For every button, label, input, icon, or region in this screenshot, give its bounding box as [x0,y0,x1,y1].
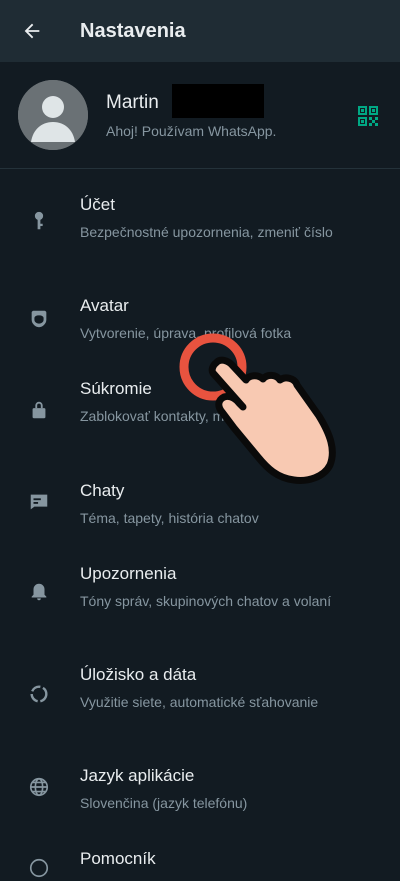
setting-label: Úložisko a dáta [80,665,197,684]
chat-icon [26,489,52,515]
setting-label: Chaty [80,481,125,500]
setting-label: Upozornenia [80,564,177,583]
setting-notifications[interactable]: Upozornenia Tóny správ, skupinových chat… [0,564,400,639]
profile-row[interactable]: Martin Ahoj! Používam WhatsApp. [0,62,400,168]
setting-label: Avatar [80,296,129,315]
setting-description: Vytvorenie, úprava, profilová fotka [80,325,292,341]
page-title: Nastavenia [80,20,186,42]
setting-description: Využitie siete, automatické sťahovanie [80,694,319,710]
setting-storage[interactable]: Úložisko a dáta Využitie siete, automati… [0,665,400,740]
setting-privacy[interactable]: Súkromie Zablokovať kontakty, miznúce sp… [0,379,400,454]
profile-name: Martin [106,92,159,113]
globe-icon [26,774,52,800]
back-button[interactable] [18,17,46,45]
app-bar: Nastavenia [0,0,400,62]
lock-icon [26,397,52,423]
setting-language[interactable]: Jazyk aplikácie Slovenčina (jazyk telefó… [0,766,400,816]
setting-label: Pomocník [80,849,156,868]
setting-description: Téma, tapety, história chatov [80,510,259,526]
setting-chats[interactable]: Chaty Téma, tapety, história chatov [0,481,400,531]
avatar-icon [26,306,52,332]
setting-description: Slovenčina (jazyk telefónu) [80,795,248,811]
default-avatar-icon [18,80,88,150]
bell-icon [26,579,52,605]
key-icon [26,208,52,234]
avatar[interactable] [18,80,88,150]
arrow-left-icon [24,23,40,39]
redaction-box [172,84,264,118]
setting-label: Jazyk aplikácie [80,766,195,785]
setting-label: Súkromie [80,379,152,398]
setting-description: Tóny správ, skupinových chatov a volaní [80,593,332,609]
setting-description: Zablokovať kontakty, miznúce správy [80,408,310,424]
qr-code-icon[interactable] [356,104,380,128]
profile-status: Ahoj! Používam WhatsApp. [106,123,277,139]
setting-account[interactable]: Účet Bezpečnostné upozornenia, zmeniť čí… [0,195,400,270]
setting-avatar[interactable]: Avatar Vytvorenie, úprava, profilová fot… [0,296,400,346]
divider [0,168,400,169]
setting-description: Bezpečnostné upozornenia, zmeniť číslo [80,224,333,240]
setting-label: Účet [80,195,115,214]
setting-help[interactable]: Pomocník [0,849,400,878]
storage-icon [26,681,52,707]
